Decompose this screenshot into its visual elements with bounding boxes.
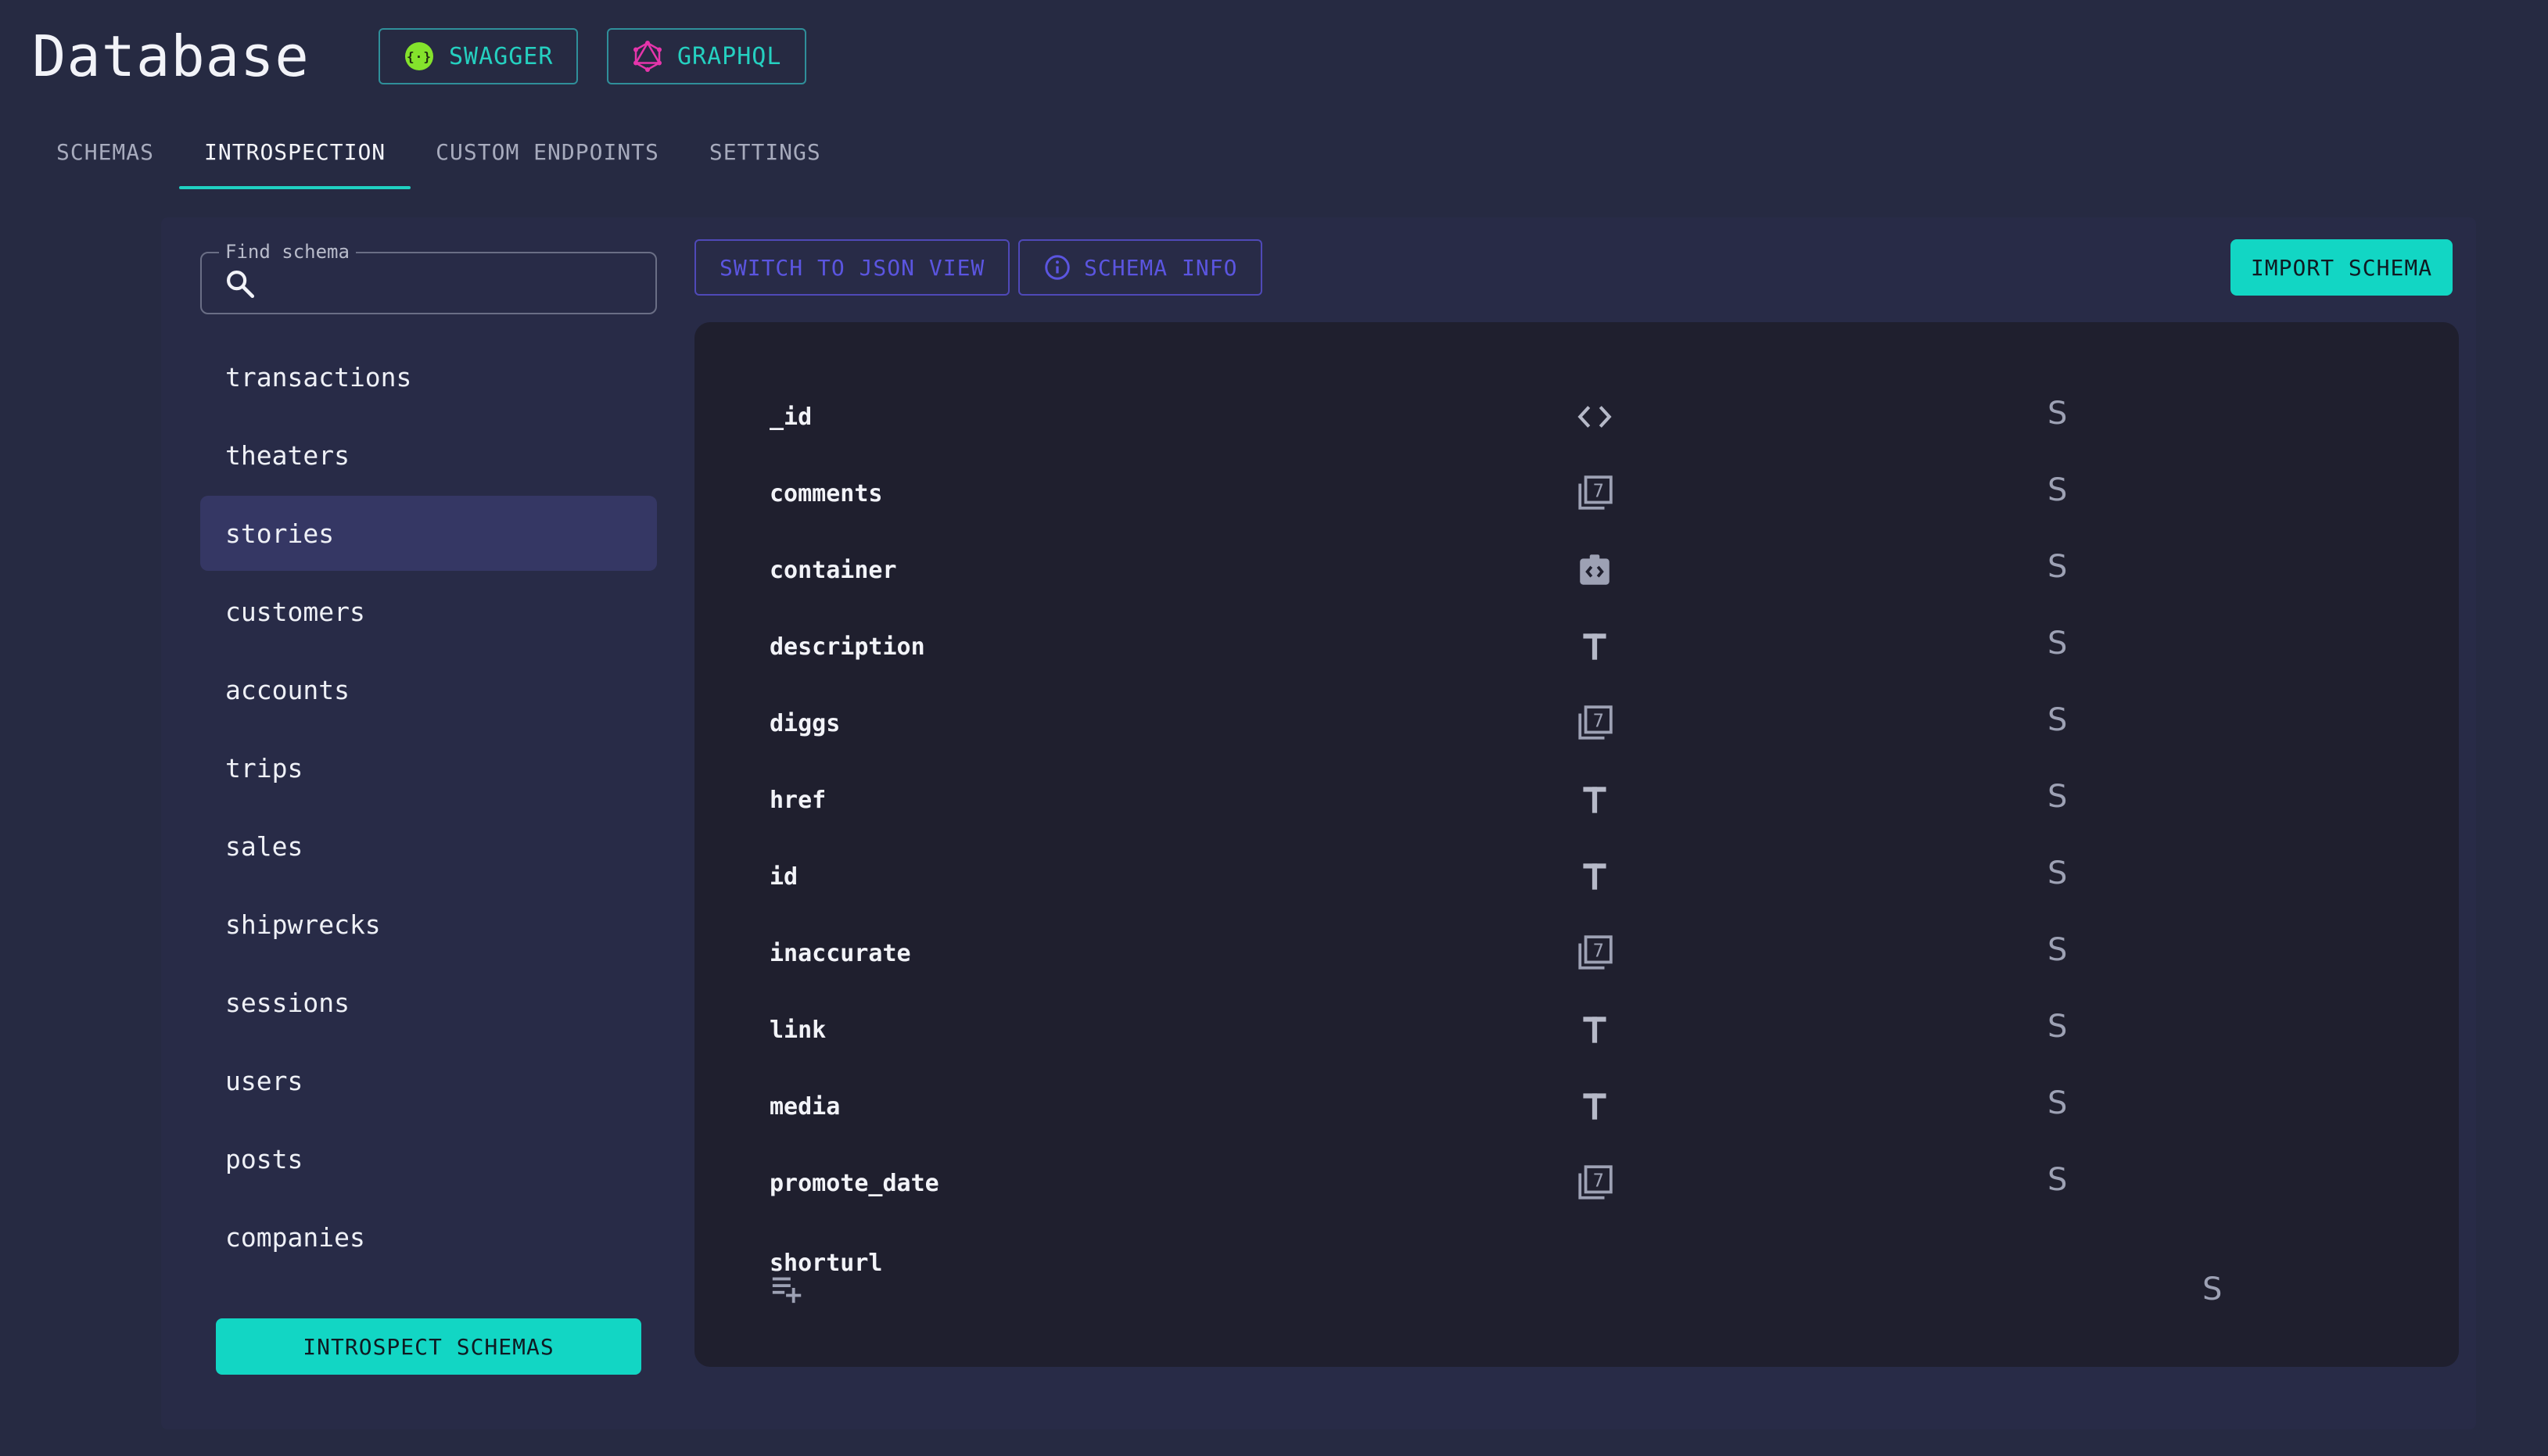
playlist-add-icon[interactable] bbox=[770, 1270, 806, 1306]
number-icon: 7 bbox=[1575, 704, 1614, 743]
field-name: _id bbox=[770, 403, 813, 431]
schema-list: transactions theaters stories customers acco… bbox=[200, 339, 657, 1278]
field-name: container bbox=[770, 557, 897, 584]
svg-text:{·}: {·} bbox=[407, 49, 432, 64]
schema-item-transactions[interactable]: transactions bbox=[200, 339, 657, 414]
svg-text:7: 7 bbox=[1593, 1171, 1605, 1192]
schema-item-stories[interactable]: stories bbox=[200, 496, 657, 571]
import-schema-button[interactable]: IMPORT SCHEMA bbox=[2230, 239, 2453, 296]
field-name: comments bbox=[770, 480, 883, 507]
field-row-description[interactable]: description S bbox=[694, 608, 2459, 685]
tab-settings[interactable]: SETTINGS bbox=[684, 117, 846, 189]
svg-text:7: 7 bbox=[1593, 712, 1605, 732]
field-name: description bbox=[770, 633, 925, 661]
swagger-button[interactable]: {·} SWAGGER bbox=[379, 28, 579, 84]
field-flag: S bbox=[2047, 1085, 2068, 1121]
field-flag: S bbox=[2047, 779, 2068, 815]
schema-info-label: SCHEMA INFO bbox=[1084, 254, 1238, 281]
field-row-last[interactable]: shorturl bbox=[694, 1225, 2459, 1301]
field-flag: S bbox=[2047, 1009, 2068, 1045]
tab-custom-endpoints[interactable]: CUSTOM ENDPOINTS bbox=[411, 117, 684, 189]
schema-item-posts[interactable]: posts bbox=[200, 1121, 657, 1196]
field-name: href bbox=[770, 787, 827, 814]
field-row-container[interactable]: container S bbox=[694, 532, 2459, 608]
tab-schemas[interactable]: SCHEMAS bbox=[31, 117, 179, 189]
field-row-media[interactable]: media S bbox=[694, 1068, 2459, 1145]
number-icon: 7 bbox=[1575, 474, 1614, 513]
field-flag: S bbox=[2047, 932, 2068, 968]
field-flag: S bbox=[2047, 626, 2068, 662]
field-name: media bbox=[770, 1093, 841, 1121]
swagger-label: SWAGGER bbox=[449, 42, 554, 70]
field-row-inaccurate[interactable]: inaccurate 7 S bbox=[694, 915, 2459, 992]
svg-text:7: 7 bbox=[1593, 941, 1605, 962]
field-name: inaccurate bbox=[770, 940, 911, 967]
schema-item-shipwrecks[interactable]: shipwrecks bbox=[200, 887, 657, 962]
field-row-promote_date[interactable]: promote_date 7 S bbox=[694, 1145, 2459, 1221]
field-flag: S bbox=[2047, 549, 2068, 585]
svg-text:7: 7 bbox=[1593, 482, 1605, 502]
graphql-icon bbox=[633, 41, 662, 72]
schema-item-users[interactable]: users bbox=[200, 1043, 657, 1118]
field-name: id bbox=[770, 863, 798, 891]
field-flag: S bbox=[2047, 855, 2068, 891]
text-icon bbox=[1575, 1010, 1614, 1049]
field-row-id[interactable]: id S bbox=[694, 838, 2459, 915]
field-name: link bbox=[770, 1017, 827, 1044]
text-icon bbox=[1575, 780, 1614, 819]
text-icon bbox=[1575, 627, 1614, 666]
schema-item-companies[interactable]: companies bbox=[200, 1200, 657, 1275]
graphql-label: GRAPHQL bbox=[677, 42, 782, 70]
field-flag: S bbox=[2047, 472, 2068, 508]
text-icon bbox=[1575, 857, 1614, 896]
graphql-button[interactable]: GRAPHQL bbox=[607, 28, 807, 84]
field-name: diggs bbox=[770, 710, 841, 737]
schema-info-button[interactable]: SCHEMA INFO bbox=[1018, 239, 1263, 296]
main-tabs: SCHEMAS INTROSPECTION CUSTOM ENDPOINTS S… bbox=[31, 117, 846, 189]
introspect-schemas-button[interactable]: INTROSPECT SCHEMAS bbox=[216, 1318, 641, 1375]
field-name: promote_date bbox=[770, 1170, 939, 1197]
schema-item-customers[interactable]: customers bbox=[200, 574, 657, 649]
field-flag: S bbox=[2047, 396, 2068, 432]
tab-introspection[interactable]: INTROSPECTION bbox=[179, 117, 411, 189]
code-icon bbox=[1575, 397, 1614, 436]
field-row-link[interactable]: link S bbox=[694, 992, 2459, 1068]
search-input[interactable] bbox=[271, 261, 638, 305]
object-icon bbox=[1575, 550, 1614, 590]
field-flag: S bbox=[2202, 1271, 2223, 1307]
number-icon: 7 bbox=[1575, 934, 1614, 973]
field-flag: S bbox=[2047, 1162, 2068, 1198]
field-list: shorturl S _id Scomments 7 Scontainer Sdescr… bbox=[694, 322, 2459, 1367]
info-icon bbox=[1045, 255, 1070, 280]
schema-item-accounts[interactable]: accounts bbox=[200, 652, 657, 727]
swagger-icon: {·} bbox=[405, 42, 433, 70]
field-row-comments[interactable]: comments 7 S bbox=[694, 455, 2459, 532]
schema-item-theaters[interactable]: theaters bbox=[200, 418, 657, 493]
text-icon bbox=[1575, 1087, 1614, 1126]
json-view-label: SWITCH TO JSON VIEW bbox=[720, 254, 985, 281]
json-view-button[interactable]: SWITCH TO JSON VIEW bbox=[694, 239, 1010, 296]
app-title: Database bbox=[32, 23, 310, 89]
number-icon: 7 bbox=[1575, 1164, 1614, 1203]
field-flag: S bbox=[2047, 702, 2068, 738]
search-label: Find schema bbox=[219, 241, 356, 263]
schema-item-trips[interactable]: trips bbox=[200, 730, 657, 805]
schema-item-sales[interactable]: sales bbox=[200, 809, 657, 884]
search-icon bbox=[227, 271, 255, 299]
field-row-diggs[interactable]: diggs 7 S bbox=[694, 685, 2459, 762]
field-row-_id[interactable]: _id S bbox=[694, 378, 2459, 455]
schema-search-box[interactable]: Find schema bbox=[200, 241, 657, 314]
field-row-href[interactable]: href S bbox=[694, 762, 2459, 838]
schema-item-sessions[interactable]: sessions bbox=[200, 965, 657, 1040]
